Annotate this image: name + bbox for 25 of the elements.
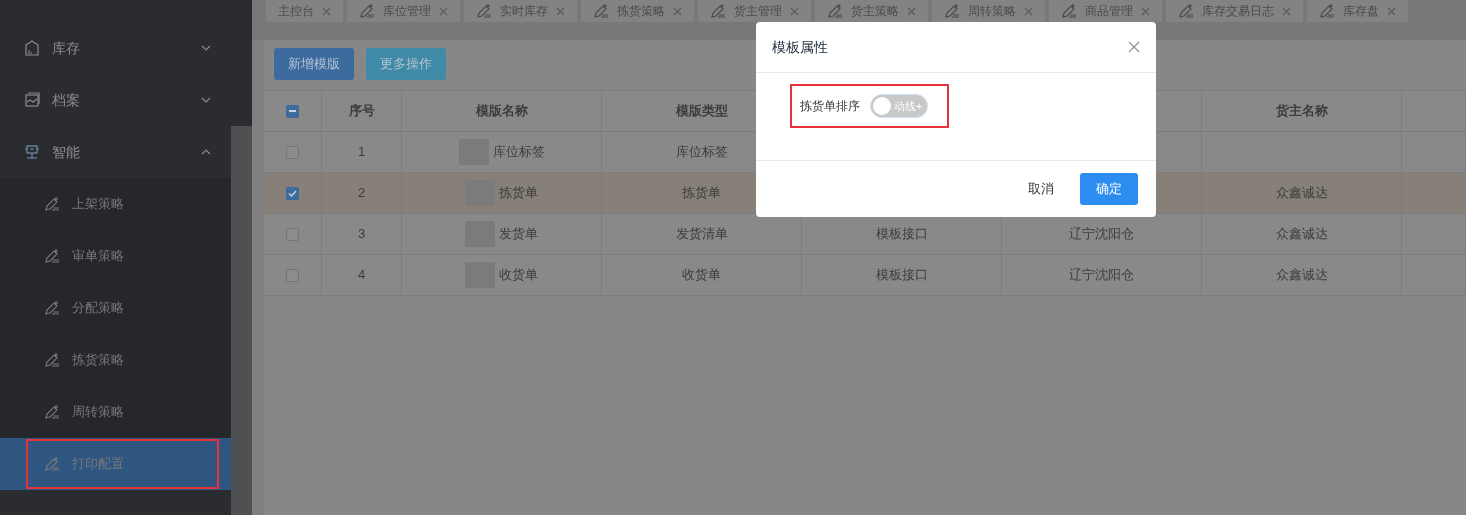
table-cell-text: 库位标签 bbox=[492, 143, 545, 162]
table-cell-text: 辽宁沈阳仓 bbox=[1069, 225, 1134, 244]
table-cell-text: 众鑫诚达 bbox=[1275, 225, 1328, 244]
field-label: 拣货单排序 bbox=[800, 98, 860, 115]
table-cell-text: 库位标签 bbox=[675, 143, 728, 162]
table-cell-text: 3 bbox=[357, 225, 366, 244]
table-cell-text: 模板接口 bbox=[875, 266, 928, 285]
table-cell-text: 拣货单 bbox=[499, 184, 538, 203]
table-cell-text: 模板接口 bbox=[875, 225, 928, 244]
table-cell-text: 众鑫诚达 bbox=[1275, 184, 1328, 203]
table-cell-text: 辽宁沈阳仓 bbox=[1069, 266, 1134, 285]
column-header: 序号 bbox=[348, 102, 375, 121]
table-cell-text: 发货清单 bbox=[675, 225, 728, 244]
table-cell-text: 发货单 bbox=[499, 225, 538, 244]
column-header: 模版名称 bbox=[475, 102, 528, 121]
table-cell-text: 众鑫诚达 bbox=[1275, 266, 1328, 285]
dialog-title: 模板属性 bbox=[772, 37, 828, 57]
column-header: 货主名称 bbox=[1275, 102, 1328, 121]
column-header: 模版类型 bbox=[675, 102, 728, 121]
table-cell-text: 收货单 bbox=[682, 266, 721, 285]
table-cell-text: 2 bbox=[357, 184, 366, 203]
table-cell-text: 1 bbox=[357, 143, 366, 162]
table-cell-text: 拣货单 bbox=[682, 184, 721, 203]
table-cell-text: 收货单 bbox=[499, 266, 538, 285]
table-cell-text: 4 bbox=[357, 266, 366, 285]
